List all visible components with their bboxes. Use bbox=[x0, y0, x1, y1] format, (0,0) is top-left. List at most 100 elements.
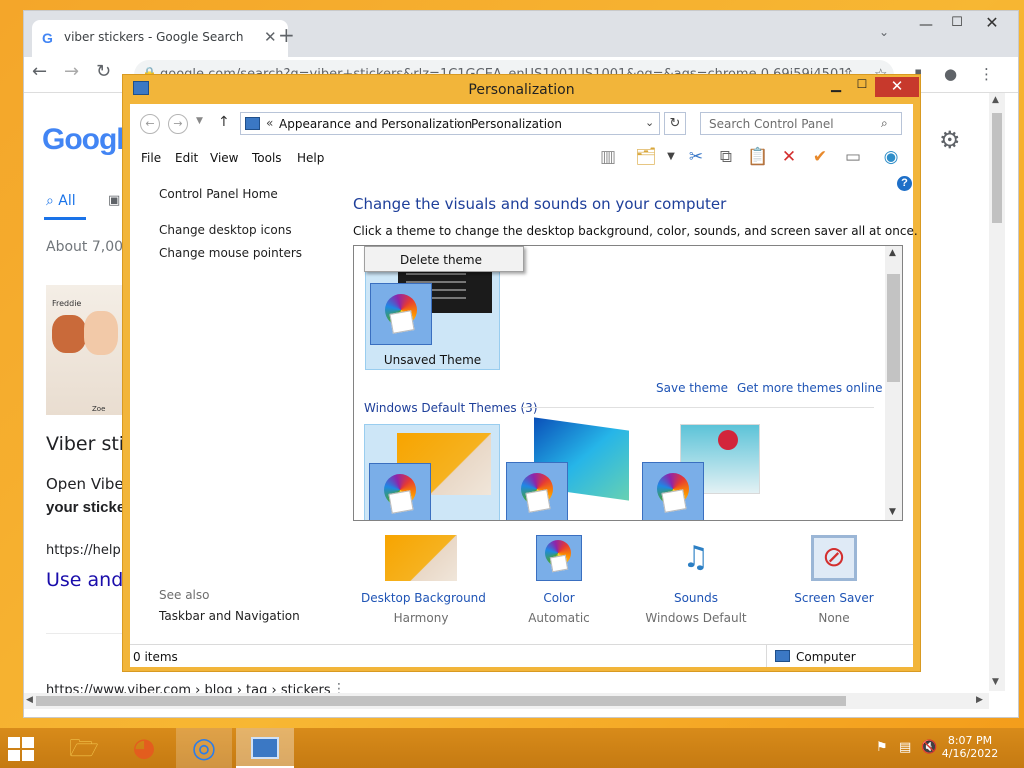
theme-tile-lines[interactable] bbox=[504, 417, 634, 520]
theme-tile-windows[interactable] bbox=[364, 424, 500, 520]
change-mouse-pointers-link[interactable]: Change mouse pointers bbox=[159, 246, 302, 260]
firefox-icon[interactable]: ◕ bbox=[116, 730, 172, 766]
unsaved-theme-tile[interactable]: Unsaved Theme bbox=[365, 263, 500, 370]
color-value: Automatic bbox=[528, 611, 590, 625]
recent-pages-chevron-icon[interactable]: ▼ bbox=[196, 116, 203, 126]
desktop-background-setting[interactable]: Desktop Background Harmony bbox=[361, 535, 486, 625]
reload-icon[interactable]: ↻ bbox=[96, 61, 111, 82]
clock-time: 8:07 PM bbox=[947, 734, 993, 747]
save-theme-link[interactable]: Save theme bbox=[656, 381, 728, 395]
sounds-label: Sounds bbox=[673, 591, 719, 605]
color-palette-icon bbox=[369, 463, 431, 520]
chrome-menu-icon[interactable]: ⋮ bbox=[979, 65, 994, 83]
forward-icon[interactable]: → bbox=[168, 114, 188, 134]
chrome-taskbar-icon[interactable]: ◎ bbox=[176, 728, 232, 768]
scroll-thumb[interactable] bbox=[36, 696, 846, 706]
menu-tools[interactable]: Tools bbox=[252, 151, 282, 165]
result-cite[interactable]: https://help.v bbox=[46, 543, 133, 558]
rename-check-icon[interactable]: ✔ bbox=[809, 146, 831, 168]
back-icon[interactable]: ← bbox=[32, 61, 47, 82]
forward-icon[interactable]: → bbox=[64, 61, 79, 82]
theme-tile-flowers[interactable] bbox=[640, 424, 770, 520]
more-options-icon[interactable]: ⋮ bbox=[332, 681, 346, 693]
result-link[interactable]: Use and bbox=[46, 569, 123, 591]
menu-view[interactable]: View bbox=[210, 151, 238, 165]
network-icon[interactable]: ▤ bbox=[899, 740, 911, 755]
scroll-down-icon[interactable]: ▼ bbox=[889, 507, 896, 517]
globe-icon[interactable]: ◉ bbox=[880, 146, 902, 168]
scroll-thumb[interactable] bbox=[992, 113, 1002, 223]
close-window-icon[interactable]: ✕ bbox=[977, 13, 1007, 33]
control-panel-taskbar-icon[interactable] bbox=[236, 728, 294, 768]
preview-pane-icon[interactable]: ▥ bbox=[597, 146, 619, 168]
window-titlebar[interactable]: Personalization bbox=[123, 75, 920, 104]
search-icon[interactable]: ⌕ bbox=[881, 116, 888, 131]
minimize-icon[interactable]: — bbox=[911, 17, 941, 37]
girl-sticker bbox=[84, 311, 118, 355]
copy-icon[interactable]: ⧉ bbox=[715, 146, 737, 168]
scroll-up-icon[interactable]: ▲ bbox=[992, 95, 999, 105]
scroll-left-icon[interactable]: ◀ bbox=[26, 695, 33, 705]
refresh-icon[interactable]: ↻ bbox=[664, 112, 686, 135]
sounds-setting[interactable]: ♫ Sounds Windows Default bbox=[636, 535, 756, 625]
page-vertical-scrollbar[interactable]: ▲ ▼ bbox=[989, 93, 1005, 691]
images-tab-icon[interactable]: ▣ bbox=[108, 193, 120, 208]
page-horizontal-scrollbar[interactable]: ◀ ▶ bbox=[24, 693, 989, 709]
address-dropdown-icon[interactable]: ⌄ bbox=[645, 116, 654, 129]
settings-gear-icon[interactable]: ⚙ bbox=[939, 126, 961, 154]
close-button[interactable]: ✕ bbox=[875, 77, 919, 97]
properties-folder-icon[interactable]: 🗂 bbox=[635, 146, 657, 168]
breadcrumb-appearance[interactable]: Appearance and Personalization bbox=[279, 117, 472, 131]
result-cite[interactable]: https://www.viber.com › blog › tag › sti… bbox=[46, 683, 331, 693]
sticker-thumbnail[interactable]: Freddie Zoe bbox=[46, 285, 124, 415]
address-row: ← → ▼ ↑ « Appearance and Personalization… bbox=[130, 104, 913, 142]
address-breadcrumb[interactable]: « Appearance and Personalization › Perso… bbox=[240, 112, 660, 135]
taskbar-navigation-link[interactable]: Taskbar and Navigation bbox=[159, 609, 300, 623]
tab-search-chevron-icon[interactable]: ⌄ bbox=[879, 25, 889, 39]
get-more-themes-link[interactable]: Get more themes online bbox=[737, 381, 883, 395]
action-center-flag-icon[interactable]: ⚑ bbox=[876, 740, 888, 755]
search-input[interactable]: Search Control Panel ⌕ bbox=[700, 112, 902, 135]
overflow-chevron-icon[interactable]: « bbox=[266, 116, 273, 130]
up-arrow-icon[interactable]: ↑ bbox=[218, 114, 230, 130]
color-setting[interactable]: Color Automatic bbox=[499, 534, 619, 625]
group-header[interactable]: Windows Default Themes (3) bbox=[364, 401, 538, 415]
control-panel-home-link[interactable]: Control Panel Home bbox=[159, 187, 278, 201]
maximize-icon[interactable]: ☐ bbox=[942, 15, 972, 35]
scroll-thumb[interactable] bbox=[887, 274, 900, 382]
menu-file[interactable]: File bbox=[141, 151, 161, 165]
tab-all[interactable]: ⌕ All bbox=[46, 193, 76, 209]
scroll-down-icon[interactable]: ▼ bbox=[992, 677, 999, 687]
change-desktop-icons-link[interactable]: Change desktop icons bbox=[159, 223, 292, 237]
scroll-right-icon[interactable]: ▶ bbox=[976, 695, 983, 705]
maximize-icon[interactable]: ☐ bbox=[849, 77, 875, 95]
browser-tab[interactable]: G viber stickers - Google Search ✕ bbox=[32, 20, 288, 57]
cut-scissors-icon[interactable]: ✂ bbox=[685, 146, 707, 168]
properties-icon[interactable]: ▭ bbox=[842, 146, 864, 168]
dropdown-chevron-icon[interactable]: ▼ bbox=[660, 146, 682, 168]
status-bar: 0 items Computer bbox=[130, 644, 913, 667]
file-explorer-icon[interactable]: 🗁 bbox=[56, 730, 112, 766]
delete-theme-menu-item[interactable]: Delete theme bbox=[400, 253, 482, 267]
new-tab-icon[interactable]: + bbox=[278, 23, 295, 47]
menu-edit[interactable]: Edit bbox=[175, 151, 198, 165]
page-heading: Change the visuals and sounds on your co… bbox=[353, 195, 727, 213]
close-tab-icon[interactable]: ✕ bbox=[264, 28, 277, 46]
back-icon[interactable]: ← bbox=[140, 114, 160, 134]
menu-help[interactable]: Help bbox=[297, 151, 324, 165]
google-logo[interactable]: Googl bbox=[42, 123, 125, 157]
help-icon[interactable]: ? bbox=[897, 176, 912, 191]
screen-saver-setting[interactable]: ⊘ Screen Saver None bbox=[774, 535, 894, 625]
delete-x-icon[interactable]: ✕ bbox=[778, 146, 800, 168]
start-button[interactable] bbox=[8, 737, 36, 761]
profile-avatar-icon[interactable]: ● bbox=[944, 65, 957, 83]
paste-clipboard-icon[interactable]: 📋 bbox=[747, 146, 769, 168]
sounds-value: Windows Default bbox=[645, 611, 747, 625]
theme-list-scrollbar[interactable]: ▲ ▼ bbox=[885, 246, 902, 520]
taskbar-clock[interactable]: 8:07 PM 4/16/2022 bbox=[935, 734, 1005, 760]
breadcrumb-personalization[interactable]: Personalization bbox=[471, 117, 562, 131]
minimize-icon[interactable]: ▁ bbox=[823, 78, 849, 96]
theme-list[interactable]: Unsaved Theme Save theme Get more themes… bbox=[353, 245, 903, 521]
breadcrumb-separator-icon[interactable]: › bbox=[456, 116, 460, 129]
scroll-up-icon[interactable]: ▲ bbox=[889, 248, 896, 258]
